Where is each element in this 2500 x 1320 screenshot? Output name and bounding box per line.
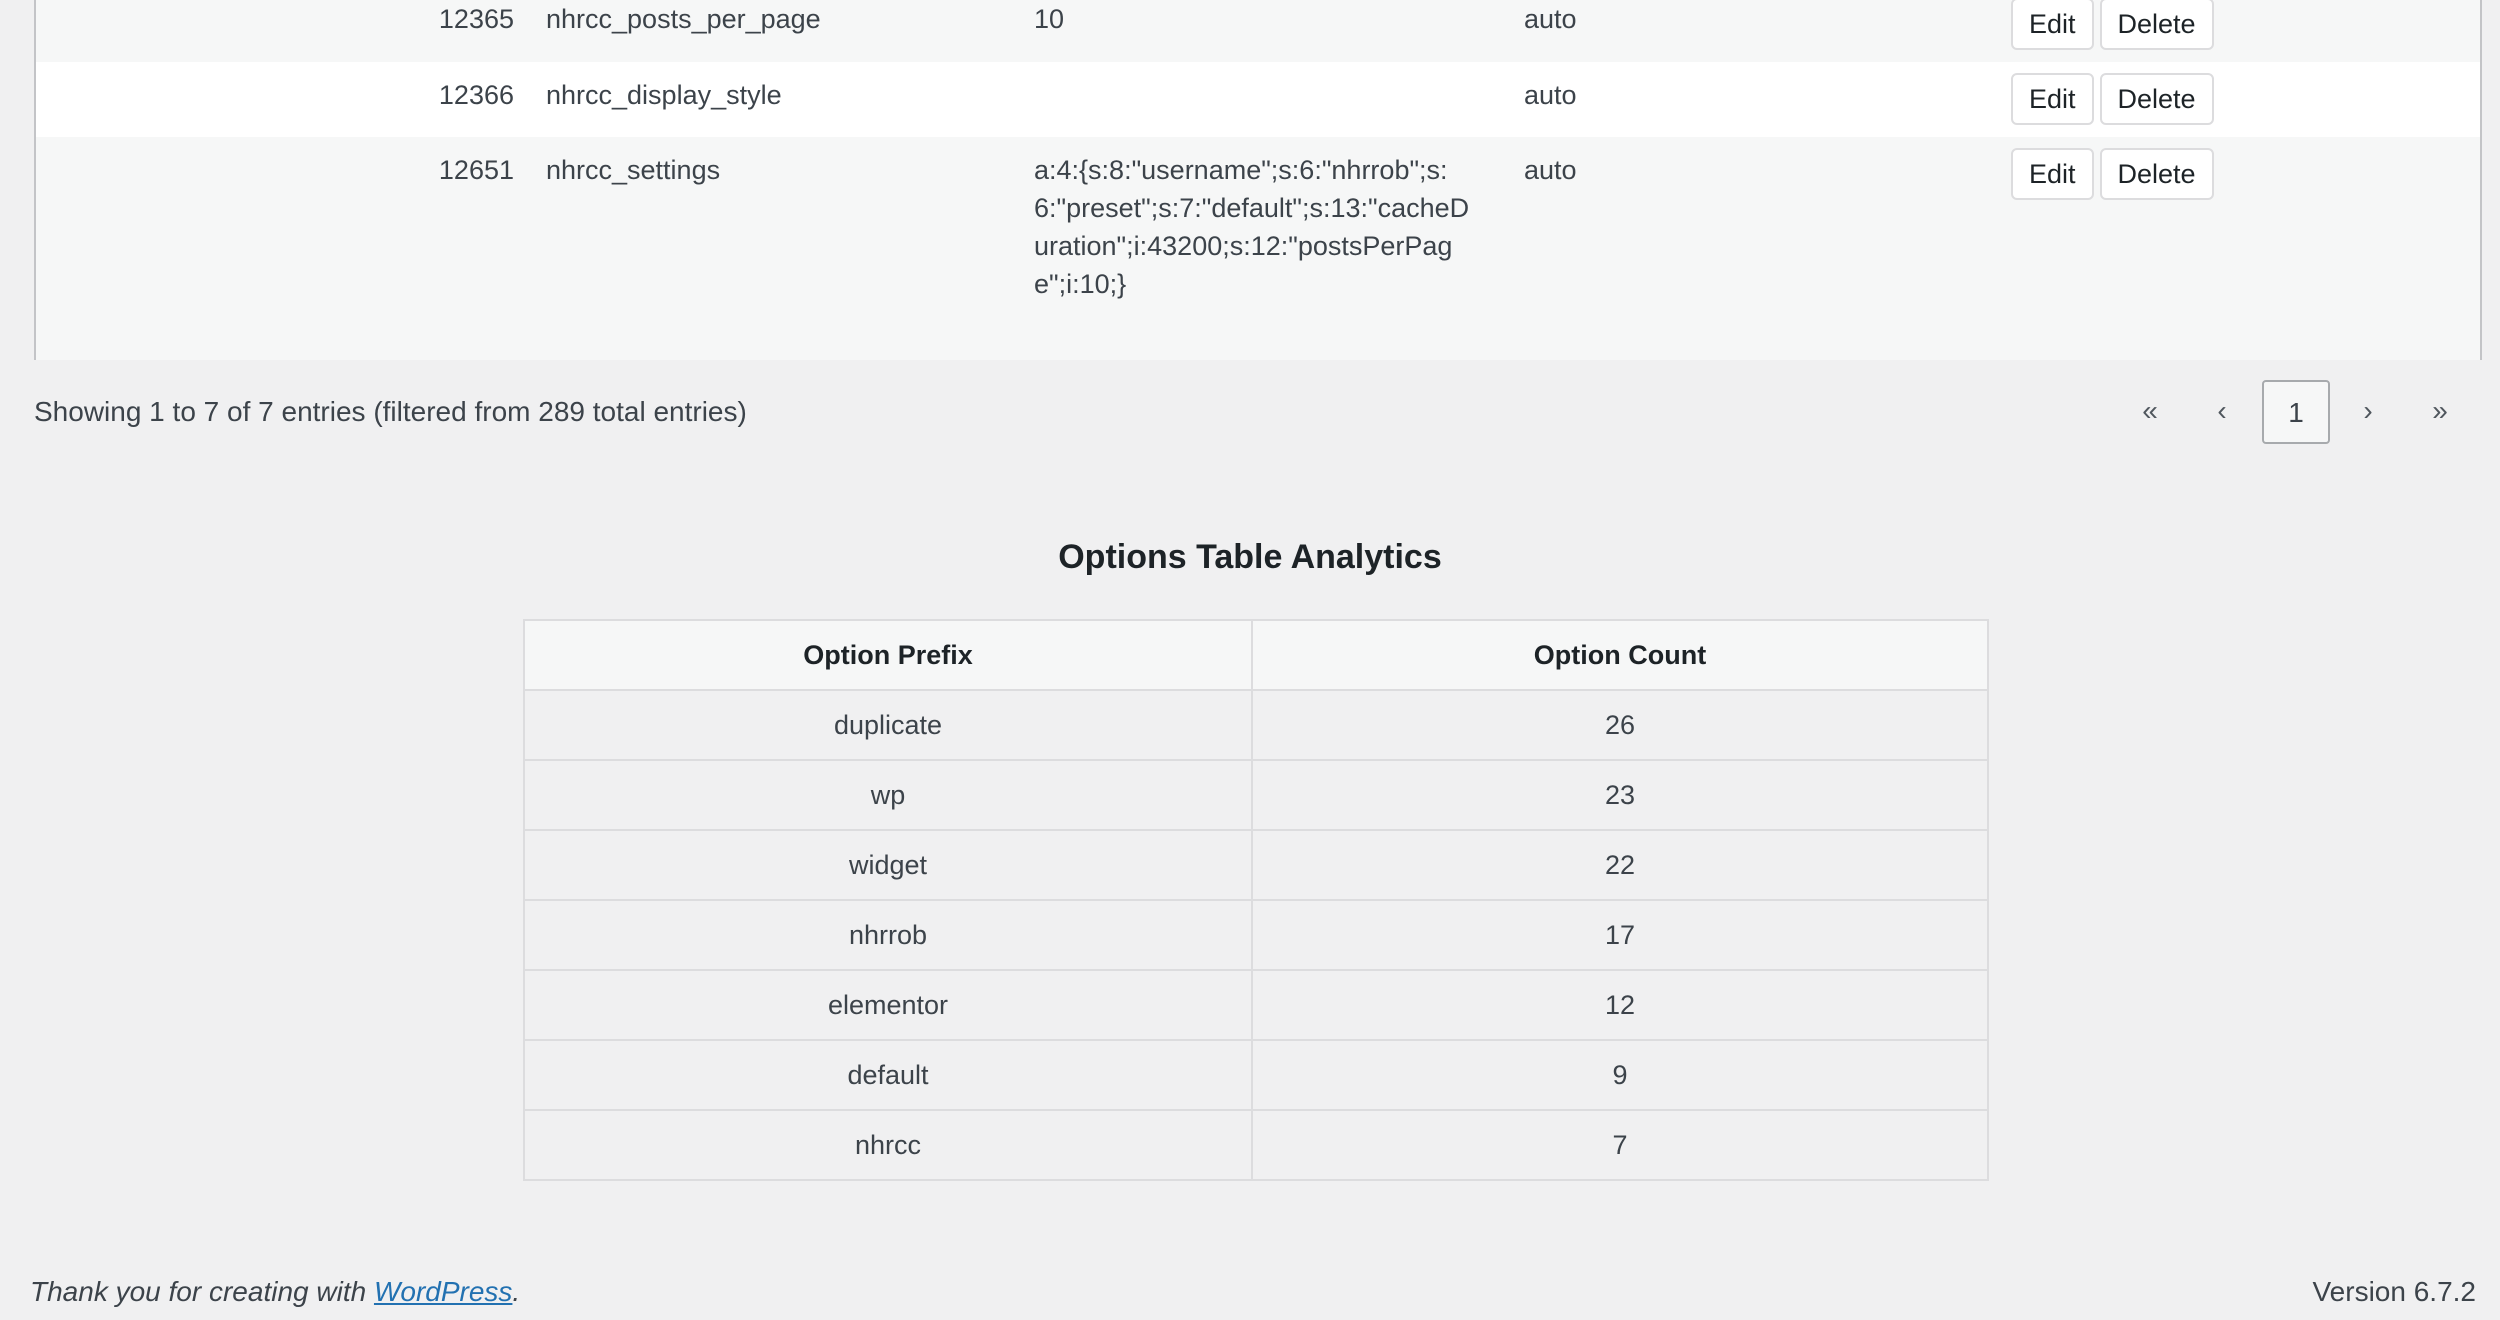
analytics-row: default 9 bbox=[523, 1039, 1989, 1111]
footer-thankyou-suffix: . bbox=[512, 1276, 521, 1307]
table-row: 12366 nhrcc_display_style auto Edit Dele… bbox=[36, 62, 2480, 137]
page: 12365 nhrcc_posts_per_page 10 auto Edit … bbox=[0, 0, 2500, 1320]
edit-button[interactable]: Edit bbox=[2011, 73, 2094, 125]
option-prefix-cell: nhrcc bbox=[523, 1109, 1253, 1181]
analytics-row: duplicate 26 bbox=[523, 689, 1989, 761]
analytics-header-row: Option Prefix Option Count bbox=[523, 619, 1989, 691]
analytics-table: Option Prefix Option Count duplicate 26 … bbox=[523, 619, 1989, 1181]
table-row: 12651 nhrcc_settings a:4:{s:8:"username"… bbox=[36, 137, 2480, 360]
option-prefix-cell: elementor bbox=[523, 969, 1253, 1041]
analytics-row: widget 22 bbox=[523, 829, 1989, 901]
option-autoload: auto bbox=[1524, 4, 1577, 34]
option-name: nhrcc_posts_per_page bbox=[546, 4, 821, 34]
option-prefix-cell: wp bbox=[523, 759, 1253, 831]
table-row: 12365 nhrcc_posts_per_page 10 auto Edit … bbox=[36, 0, 2480, 62]
option-count-cell: 17 bbox=[1251, 899, 1989, 971]
delete-button[interactable]: Delete bbox=[2099, 73, 2214, 125]
analytics-row: elementor 12 bbox=[523, 969, 1989, 1041]
option-name: nhrcc_settings bbox=[546, 155, 721, 185]
analytics-row: wp 23 bbox=[523, 759, 1989, 831]
analytics-row: nhrcc 7 bbox=[523, 1109, 1989, 1181]
footer-thankyou: Thank you for creating with WordPress. bbox=[30, 1276, 520, 1308]
pagination-first-button[interactable]: « bbox=[2124, 380, 2176, 444]
option-prefix-cell: nhrrob bbox=[523, 899, 1253, 971]
option-id: 12366 bbox=[438, 80, 514, 110]
options-table: 12365 nhrcc_posts_per_page 10 auto Edit … bbox=[34, 0, 2482, 360]
pagination-prev-button[interactable]: ‹ bbox=[2196, 380, 2248, 444]
option-autoload: auto bbox=[1524, 155, 1577, 185]
edit-button[interactable]: Edit bbox=[2011, 0, 2094, 50]
option-count-cell: 9 bbox=[1251, 1039, 1989, 1111]
pagination-next-button[interactable]: › bbox=[2342, 380, 2394, 444]
delete-button[interactable]: Delete bbox=[2099, 0, 2214, 50]
option-value: a:4:{s:8:"username";s:6:"nhrrob";s:6:"pr… bbox=[1034, 155, 1470, 299]
delete-button[interactable]: Delete bbox=[2099, 148, 2214, 200]
footer-version: Version 6.7.2 bbox=[2312, 1276, 2476, 1307]
option-count-cell: 23 bbox=[1251, 759, 1989, 831]
option-prefix-cell: widget bbox=[523, 829, 1253, 901]
header-option-count: Option Count bbox=[1251, 619, 1989, 691]
option-autoload: auto bbox=[1524, 80, 1577, 110]
header-option-prefix: Option Prefix bbox=[523, 619, 1253, 691]
option-id: 12651 bbox=[438, 155, 514, 185]
option-prefix-cell: duplicate bbox=[523, 689, 1253, 761]
edit-button[interactable]: Edit bbox=[2011, 148, 2094, 200]
pagination-page-1[interactable]: 1 bbox=[2262, 380, 2330, 444]
option-id: 12365 bbox=[438, 4, 514, 34]
footer-thankyou-prefix: Thank you for creating with bbox=[30, 1276, 374, 1307]
option-value: 10 bbox=[1034, 4, 1065, 34]
wordpress-link[interactable]: WordPress bbox=[374, 1276, 512, 1307]
pagination-last-button[interactable]: » bbox=[2414, 380, 2466, 444]
option-count-cell: 12 bbox=[1251, 969, 1989, 1041]
option-count-cell: 26 bbox=[1251, 689, 1989, 761]
option-prefix-cell: default bbox=[523, 1039, 1253, 1111]
option-count-cell: 7 bbox=[1251, 1109, 1989, 1181]
analytics-title: Options Table Analytics bbox=[1058, 538, 1442, 576]
option-count-cell: 22 bbox=[1251, 829, 1989, 901]
table-info: Showing 1 to 7 of 7 entries (filtered fr… bbox=[34, 396, 747, 427]
option-name: nhrcc_display_style bbox=[546, 80, 782, 110]
analytics-row: nhrrob 17 bbox=[523, 899, 1989, 971]
